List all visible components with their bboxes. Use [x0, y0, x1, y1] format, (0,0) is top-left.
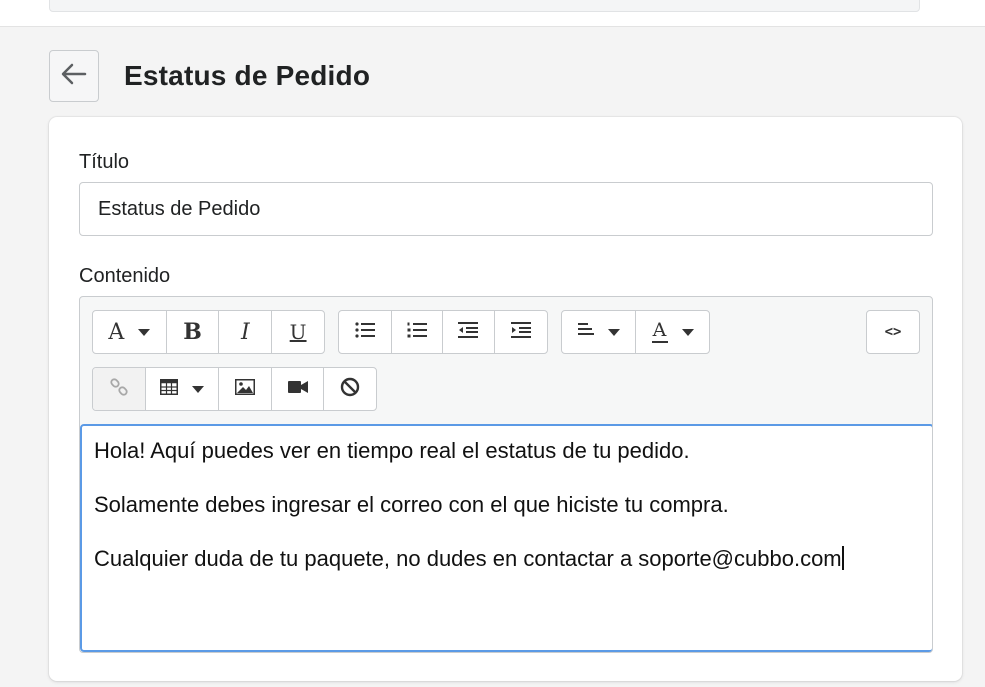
- form-card: Título Estatus de Pedido Contenido A B I…: [49, 117, 962, 681]
- arrow-left-icon: [61, 63, 87, 90]
- font-color-swatch: [651, 341, 668, 343]
- font-color-button[interactable]: A: [636, 311, 709, 353]
- bold-icon: B: [183, 319, 202, 345]
- back-button[interactable]: [49, 50, 99, 102]
- content-label: Contenido: [79, 265, 171, 287]
- text-cursor: [841, 546, 844, 570]
- ordered-list-button[interactable]: [392, 311, 443, 353]
- video-icon: [287, 380, 308, 399]
- align-left-icon: [577, 322, 594, 343]
- outdent-button[interactable]: [443, 311, 495, 353]
- font-style-icon: A: [108, 319, 125, 345]
- toolbar-code-group: <>: [866, 310, 920, 354]
- unordered-list-button[interactable]: [339, 311, 392, 353]
- toolbar-text-style-group: A B I U: [92, 310, 325, 354]
- image-icon: [235, 378, 255, 400]
- page-title: Estatus de Pedido: [124, 60, 371, 91]
- link-icon: [109, 377, 129, 402]
- top-bar-panel: [49, 0, 920, 12]
- title-label: Título: [79, 151, 130, 173]
- code-view-icon: <>: [884, 324, 902, 340]
- rich-text-editor: A B I U A <> Hola! Aquí puedes ver en ti…: [79, 296, 933, 653]
- top-bar: [0, 0, 985, 27]
- underline-icon: U: [289, 320, 307, 344]
- italic-icon: I: [240, 319, 250, 345]
- title-input-value: Estatus de Pedido: [98, 197, 261, 220]
- table-button[interactable]: [146, 368, 219, 410]
- editor-paragraph: Solamente debes ingresar el correo con e…: [94, 492, 729, 517]
- outdent-icon: [458, 321, 479, 343]
- editor-paragraph-last: Cualquier duda de tu paquete, no dudes e…: [94, 546, 920, 572]
- font-style-button[interactable]: A: [93, 311, 167, 353]
- video-button[interactable]: [272, 368, 324, 410]
- toolbar-insert-group: [92, 367, 377, 411]
- ordered-list-icon: [407, 322, 427, 343]
- font-color-icon: A: [651, 319, 668, 343]
- clear-format-icon: [340, 377, 360, 402]
- toolbar-align-color-group: A: [561, 310, 710, 354]
- image-button[interactable]: [219, 368, 272, 410]
- chevron-down-icon: [607, 328, 620, 336]
- indent-button[interactable]: [495, 311, 547, 353]
- chevron-down-icon: [681, 328, 694, 336]
- unordered-list-icon: [355, 321, 375, 343]
- toolbar-paragraph-group: [338, 310, 548, 354]
- code-view-button[interactable]: <>: [867, 311, 919, 353]
- table-icon: [160, 378, 178, 400]
- bold-button[interactable]: B: [167, 311, 220, 353]
- clear-format-button[interactable]: [324, 368, 376, 410]
- editor-paragraph: Hola! Aquí puedes ver en tiempo real el …: [94, 438, 690, 463]
- align-button[interactable]: [562, 311, 636, 353]
- chevron-down-icon: [138, 328, 151, 336]
- underline-button[interactable]: U: [272, 311, 324, 353]
- indent-icon: [510, 321, 531, 343]
- link-button[interactable]: [93, 368, 146, 410]
- italic-button[interactable]: I: [219, 311, 273, 353]
- chevron-down-icon: [192, 385, 204, 393]
- title-input[interactable]: Estatus de Pedido: [79, 182, 933, 236]
- editor-content-area[interactable]: Hola! Aquí puedes ver en tiempo real el …: [80, 424, 932, 652]
- editor-paragraph-text: Cualquier duda de tu paquete, no dudes e…: [94, 546, 842, 571]
